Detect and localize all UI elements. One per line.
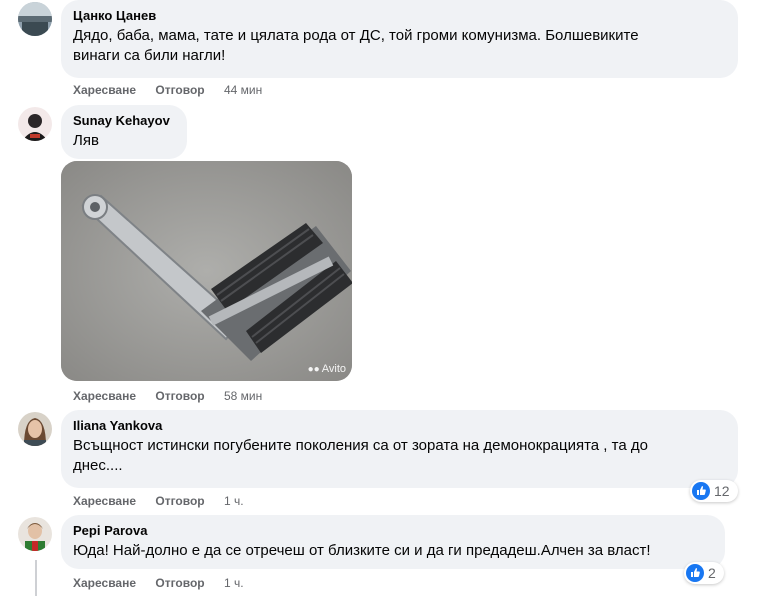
reaction-count: 2 (708, 565, 716, 581)
like-icon (686, 564, 704, 582)
reply-button[interactable]: Отговор (155, 83, 204, 97)
reply-button[interactable]: Отговор (155, 389, 204, 403)
comment-author[interactable]: Цанко Цанев (73, 8, 726, 24)
comment-text: Всъщност истински погубените поколения с… (73, 437, 648, 454)
comment-author[interactable]: Pepi Parova (73, 523, 713, 539)
avatar[interactable] (18, 107, 52, 141)
comment-timestamp[interactable]: 1 ч. (224, 576, 244, 590)
comment-text: Дядо, баба, мама, тате и цялата рода от … (73, 27, 639, 44)
comment-author[interactable]: Sunay Kehayov (73, 113, 175, 129)
comment-timestamp[interactable]: 44 мин (224, 83, 262, 97)
comment-timestamp[interactable]: 58 мин (224, 389, 262, 403)
reply-button[interactable]: Отговор (155, 494, 204, 508)
reaction-summary[interactable]: 2 (684, 562, 724, 584)
like-button[interactable]: Харесване (73, 494, 136, 508)
comment-actions: Харесване Отговор 58 мин (73, 388, 262, 404)
avatar[interactable] (18, 412, 52, 446)
comment-bubble: Sunay Kehayov Ляв (61, 105, 187, 159)
like-icon (692, 482, 710, 500)
comment-text: днес.... (73, 457, 123, 474)
comment-bubble: Pepi Parova Юда! Най-долно е да се отреч… (61, 515, 725, 569)
comment-photo[interactable]: ●● Avito (61, 161, 352, 381)
watermark-icon: ●● (307, 363, 320, 375)
comment-bubble: Iliana Yankova Всъщност истински погубен… (61, 410, 738, 488)
reply-thread-line (35, 560, 37, 596)
avatar[interactable] (18, 2, 52, 36)
comment-text: винаги са били нагли! (73, 47, 226, 64)
reaction-summary[interactable]: 12 (690, 480, 738, 502)
comment-bubble: Цанко Цанев Дядо, баба, мама, тате и цял… (61, 0, 738, 78)
avatar[interactable] (18, 517, 52, 551)
comment-actions: Харесване Отговор 44 мин (73, 82, 262, 98)
reaction-count: 12 (714, 483, 730, 499)
comment-text: Ляв (73, 132, 99, 149)
comment-author[interactable]: Iliana Yankova (73, 418, 726, 434)
comment-actions: Харесване Отговор 1 ч. (73, 493, 244, 509)
like-button[interactable]: Харесване (73, 389, 136, 403)
comment-timestamp[interactable]: 1 ч. (224, 494, 244, 508)
watermark-logo: ●● Avito (307, 363, 346, 375)
comment-text: Юда! Най-долно е да се отречеш от близки… (73, 542, 651, 559)
like-button[interactable]: Харесване (73, 83, 136, 97)
like-button[interactable]: Харесване (73, 576, 136, 590)
comment-actions: Харесване Отговор 1 ч. (73, 575, 244, 591)
reply-button[interactable]: Отговор (155, 576, 204, 590)
